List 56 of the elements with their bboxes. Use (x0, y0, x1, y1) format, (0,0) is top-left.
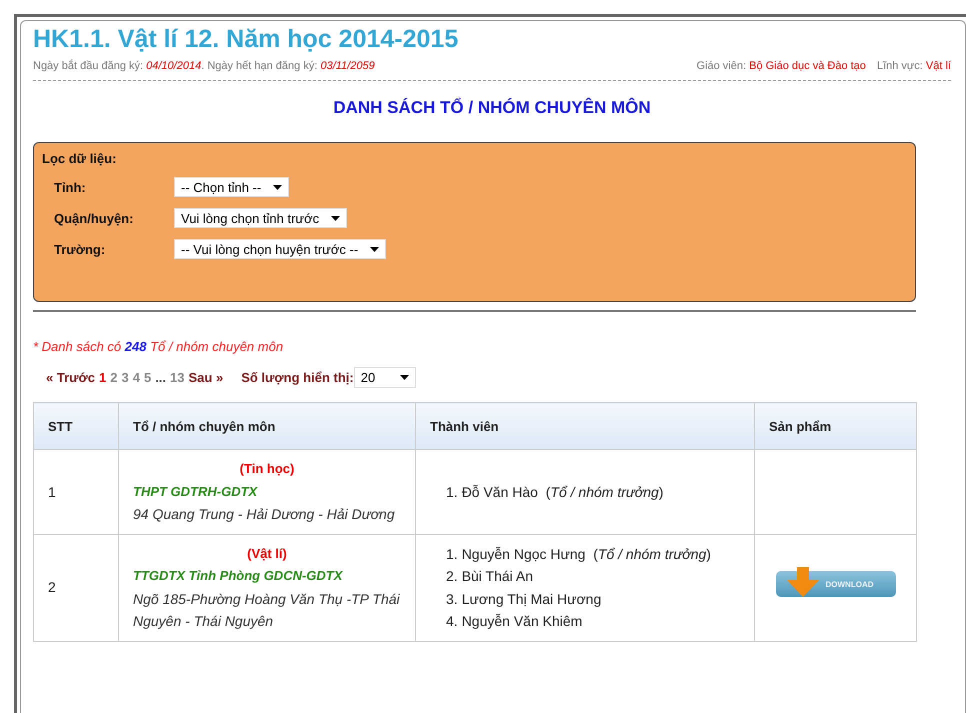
member-name: Lương Thị Mai Hương (462, 590, 602, 609)
end-date-label: . Ngày hết hạn đăng ký: (201, 60, 318, 72)
subject-name: (Tin học) (238, 460, 296, 478)
member-name: Nguyễn Văn Khiêm (462, 612, 582, 631)
list-number: 3. (446, 590, 458, 608)
list-number: 1. (446, 544, 458, 564)
list-number: 4. (446, 612, 458, 631)
section-heading: DANH SÁCH TỔ / NHÓM CHUYÊN MÔN (332, 98, 652, 118)
start-date: 04/10/2014 (146, 60, 202, 72)
teacher-name: Bộ Giáo dục và Đào tạo (749, 60, 866, 72)
filter-label: Tỉnh: (54, 180, 87, 194)
member-name: Đỗ Văn Hào (Tổ / nhóm trưởng) (462, 482, 664, 502)
teacher-label: Giáo viên: (696, 60, 746, 72)
caret-icon (331, 216, 340, 220)
pagination-link[interactable]: 13 (170, 370, 184, 385)
end-date: 03/11/2059 (320, 60, 375, 72)
page-size-dropdown[interactable]: 20 (354, 367, 416, 388)
school-name: THPT GDTRH-GDTX (133, 482, 259, 500)
page-size-label: Số lượng hiển thị: (241, 370, 354, 385)
dropdown[interactable]: Vui lòng chọn tỉnh trước (174, 208, 348, 228)
caret-icon (370, 246, 380, 252)
column-header: STT (34, 402, 118, 450)
pagination-link[interactable]: 1 (99, 370, 106, 385)
pagination-ellipsis: ... (155, 370, 166, 385)
member-name: Nguyễn Ngọc Hưng (Tổ / nhóm trưởng) (462, 544, 711, 564)
caret-icon (400, 375, 409, 380)
pagination-link[interactable]: 3 (121, 370, 129, 385)
subject-name: (Vật lí) (246, 544, 288, 563)
field-label: Lĩnh vực: (876, 60, 923, 72)
school-address: 94 Quang Trung - Hải Dương - Hải Dương (133, 505, 396, 524)
list-number: 1. (446, 482, 458, 502)
start-date-label: Ngày bắt đầu đăng ký: (33, 60, 144, 72)
column-header: Tổ / nhóm chuyên môn (118, 402, 416, 450)
pagination-link[interactable]: 2 (110, 370, 118, 385)
field-value: Vật lí (926, 60, 951, 72)
row-number: 1 (48, 484, 56, 500)
school-name: TTGDTX Tỉnh Phòng GDCN-GDTX (133, 567, 344, 585)
pagination-link[interactable]: « Trước (46, 370, 96, 385)
pagination-link[interactable]: 5 (144, 370, 152, 385)
row-number: 2 (48, 579, 56, 596)
school-address: Ngõ 185-Phường Hoàng Văn Thụ -TP Thái Nguyên - Thái Nguyên (133, 590, 401, 631)
caret-icon (273, 184, 282, 190)
list-number: 2. (446, 567, 458, 586)
dropdown[interactable]: -- Vui lòng chọn huyện trước -- (174, 239, 386, 259)
count-note: * Danh sách có 248 Tổ / nhóm chuyên môn (33, 339, 284, 354)
filter-label: Quận/huyện: (54, 210, 134, 226)
page-title: HK1.1. Vật lí 12. Năm học 2014-2015 (33, 25, 460, 54)
column-header: Sản phẩm (754, 402, 916, 450)
pagination-link[interactable]: Sau » (188, 370, 224, 385)
download-arrow-icon (786, 567, 820, 598)
filter-label: Trường: (54, 242, 106, 256)
column-header: Thành viên (416, 402, 754, 450)
pagination-link[interactable]: 4 (132, 370, 140, 385)
dropdown[interactable]: -- Chọn tỉnh -- (174, 177, 290, 197)
member-name: Bùi Thái An (462, 567, 534, 586)
filter-title: Lọc dữ liệu: (42, 151, 118, 166)
